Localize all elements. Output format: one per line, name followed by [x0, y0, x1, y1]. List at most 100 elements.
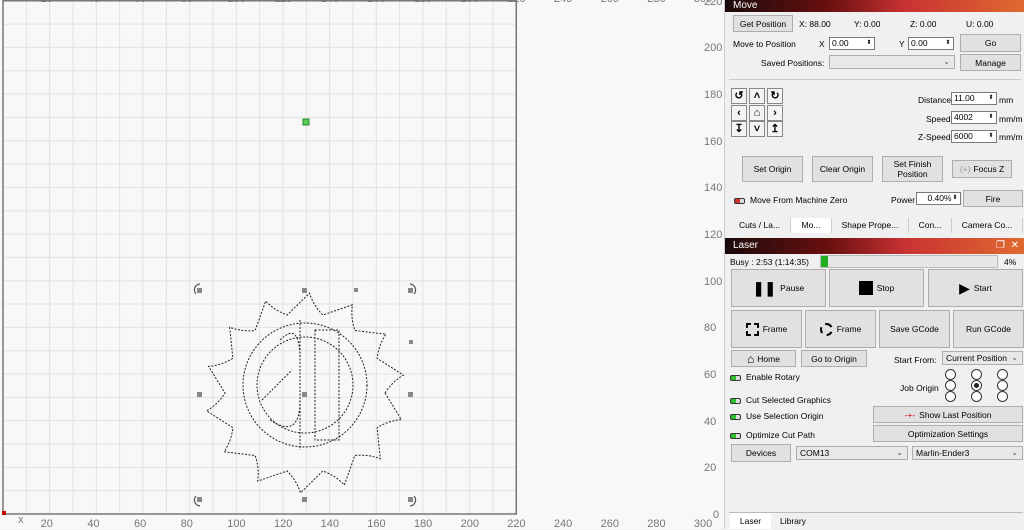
power-input[interactable]: 0.40% ⬍	[916, 192, 961, 205]
tab-shape-properties[interactable]: Shape Prope...	[832, 218, 909, 233]
start-from-label: Start From:	[894, 355, 937, 365]
show-last-position-button[interactable]: -+- Show Last Position	[873, 406, 1023, 423]
pause-icon: ❚❚	[752, 280, 777, 296]
frame-rect-button[interactable]: Frame	[731, 310, 802, 348]
position-u: U: 0.00	[966, 19, 994, 29]
move-from-zero-toggle[interactable]: Move From Machine Zero	[734, 195, 847, 205]
position-z: Z: 0.00	[910, 19, 937, 29]
job-status: Busy : 2:53 (1:14:35)	[730, 257, 809, 267]
progress-fill	[821, 256, 829, 267]
home-button[interactable]: ⌂ Home	[731, 350, 796, 367]
frame-label: Frame	[762, 324, 788, 334]
position-y: Y: 0.00	[854, 19, 881, 29]
tab-camera-control[interactable]: Camera Co...	[952, 218, 1023, 233]
set-origin-button[interactable]: Set Origin	[742, 156, 803, 182]
speed-value: 4002	[954, 112, 973, 122]
float-icon[interactable]: ❐	[996, 238, 1005, 254]
save-gcode-button[interactable]: Save GCode	[879, 310, 950, 348]
port-select[interactable]: COM13 ⌄	[796, 446, 908, 460]
z-up-icon[interactable]: ↥	[767, 121, 783, 137]
speed-label: Speed	[926, 114, 951, 124]
clear-origin-button[interactable]: Clear Origin	[812, 156, 873, 182]
focus-z-button[interactable]: (+) Focus Z	[952, 160, 1012, 178]
position-x: X: 88.00	[799, 19, 831, 29]
optimize-cut-path-toggle[interactable]: Optimize Cut Path	[730, 430, 815, 440]
zspeed-input[interactable]: 6000 ⬍	[951, 130, 997, 143]
set-finish-position-button[interactable]: Set Finish Position	[882, 156, 943, 182]
distance-value: 11.00	[954, 93, 975, 103]
arrow-down-icon[interactable]: ˅	[749, 121, 765, 137]
close-icon[interactable]: ✕	[1011, 238, 1019, 254]
job-origin-radio[interactable]	[945, 380, 956, 391]
design-graphic[interactable]	[0, 0, 724, 529]
run-gcode-button[interactable]: Run GCode	[953, 310, 1024, 348]
toggle-icon	[730, 397, 741, 404]
port-value: COM13	[800, 448, 830, 458]
bottom-tab-library[interactable]: Library	[771, 513, 815, 529]
manage-button[interactable]: Manage	[960, 54, 1021, 71]
devices-button[interactable]: Devices	[731, 444, 791, 462]
play-icon: ▶	[959, 280, 970, 296]
rotate-cw-icon[interactable]: ↻	[767, 88, 783, 104]
focus-icon: (+)	[959, 164, 971, 174]
laser-window-title: Laser ❐ ✕	[725, 238, 1024, 254]
spinner-icon[interactable]: ⬍	[951, 194, 959, 203]
start-from-select[interactable]: Current Position ⌄	[942, 351, 1023, 365]
spinner-icon[interactable]: ⬍	[944, 39, 952, 48]
move-to-position-label: Move to Position	[733, 39, 796, 49]
frame-circle-button[interactable]: Frame	[805, 310, 876, 348]
zspeed-label: Z-Speed	[918, 132, 951, 142]
focus-z-label: Focus Z	[973, 164, 1005, 174]
start-button[interactable]: ▶ Start	[928, 269, 1023, 307]
toggle-icon	[730, 374, 741, 381]
fire-button[interactable]: Fire	[963, 190, 1023, 207]
arrow-right-icon[interactable]: ›	[767, 105, 783, 121]
workspace-canvas[interactable]: 2020404060608080100100120120140140160160…	[0, 0, 724, 530]
use-selection-origin-toggle[interactable]: Use Selection Origin	[730, 411, 823, 421]
bottom-tab-laser[interactable]: Laser	[730, 513, 771, 529]
get-position-button[interactable]: Get Position	[733, 15, 793, 32]
job-origin-radio[interactable]	[971, 391, 982, 402]
speed-input[interactable]: 4002 ⬍	[951, 111, 997, 124]
optimization-settings-button[interactable]: Optimization Settings	[873, 425, 1023, 442]
job-origin-radio[interactable]	[997, 380, 1008, 391]
tab-move[interactable]: Mo...	[791, 218, 832, 233]
selection-handles	[197, 288, 413, 502]
go-to-origin-button[interactable]: Go to Origin	[801, 350, 867, 367]
spinner-icon[interactable]: ⬍	[987, 132, 995, 141]
job-origin-radio[interactable]	[997, 369, 1008, 380]
home-icon[interactable]: ⌂	[749, 105, 765, 121]
spinner-icon[interactable]: ⬍	[987, 94, 995, 103]
tab-cuts-layers[interactable]: Cuts / La...	[729, 218, 791, 233]
arrow-up-icon[interactable]: ˄	[749, 88, 765, 104]
x-label: X	[819, 39, 825, 49]
optimize-label: Optimize Cut Path	[746, 430, 815, 440]
job-origin-radio[interactable]	[997, 391, 1008, 402]
job-origin-radio[interactable]	[945, 369, 956, 380]
z-down-icon[interactable]: ↧	[731, 121, 747, 137]
arrow-left-icon[interactable]: ‹	[731, 105, 747, 121]
move-x-input[interactable]: 0.00 ⬍	[829, 37, 875, 50]
go-button[interactable]: Go	[960, 34, 1021, 52]
chevron-down-icon: ⌄	[896, 448, 903, 457]
stop-icon	[858, 281, 873, 295]
job-origin-radio[interactable]	[945, 391, 956, 402]
chevron-down-icon: ⌄	[1011, 448, 1018, 457]
distance-input[interactable]: 11.00 ⬍	[951, 92, 997, 105]
enable-rotary-toggle[interactable]: Enable Rotary	[730, 372, 800, 382]
job-origin-radio[interactable]	[971, 369, 982, 380]
toggle-icon	[730, 413, 741, 420]
spinner-icon[interactable]: ⬍	[865, 39, 873, 48]
tab-console[interactable]: Con...	[909, 218, 952, 233]
pause-button[interactable]: ❚❚ Pause	[731, 269, 826, 307]
saved-positions-select[interactable]: ⌄	[829, 55, 955, 69]
job-origin-label: Job Origin	[900, 383, 939, 393]
stop-label: Stop	[876, 283, 895, 293]
spinner-icon[interactable]: ⬍	[987, 113, 995, 122]
move-y-input[interactable]: 0.00 ⬍	[908, 37, 954, 50]
cut-selected-toggle[interactable]: Cut Selected Graphics	[730, 395, 831, 405]
rotate-ccw-icon[interactable]: ↺	[731, 88, 747, 104]
stop-button[interactable]: Stop	[829, 269, 924, 307]
device-select[interactable]: Marlin-Ender3 ⌄	[912, 446, 1023, 460]
job-origin-radio[interactable]	[971, 380, 982, 391]
